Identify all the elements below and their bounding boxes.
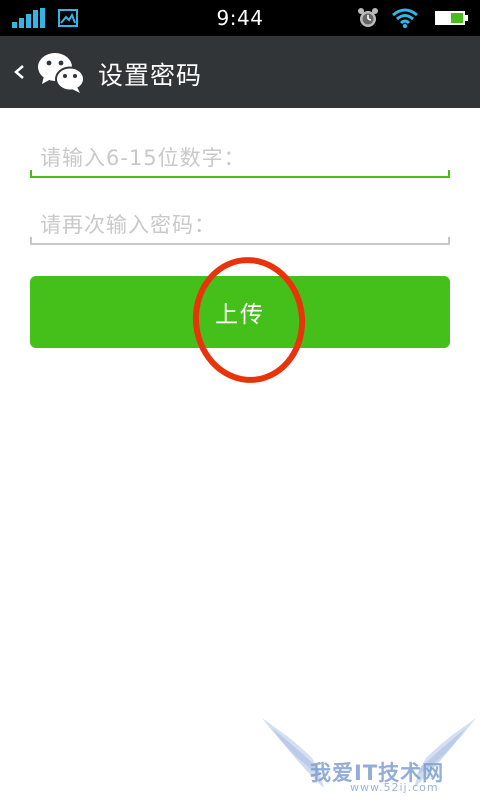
battery-icon bbox=[435, 11, 468, 25]
wechat-logo-icon bbox=[38, 53, 85, 93]
password-field[interactable] bbox=[30, 138, 450, 178]
password-input[interactable] bbox=[30, 138, 450, 178]
upload-button[interactable]: 上传 bbox=[30, 276, 450, 348]
chevron-left-icon[interactable] bbox=[10, 58, 28, 86]
password-underline bbox=[30, 170, 450, 178]
confirm-password-input[interactable] bbox=[30, 205, 450, 245]
page-title: 设置密码 bbox=[98, 61, 203, 90]
alarm-icon bbox=[358, 8, 378, 27]
wifi-icon bbox=[392, 8, 418, 29]
action-bar: 设置密码 bbox=[0, 36, 480, 108]
confirm-underline bbox=[30, 237, 450, 245]
confirm-password-field[interactable] bbox=[30, 205, 450, 245]
watermark-url: www.52ij.com bbox=[350, 781, 439, 794]
status-bar: 9:44 bbox=[0, 0, 480, 36]
